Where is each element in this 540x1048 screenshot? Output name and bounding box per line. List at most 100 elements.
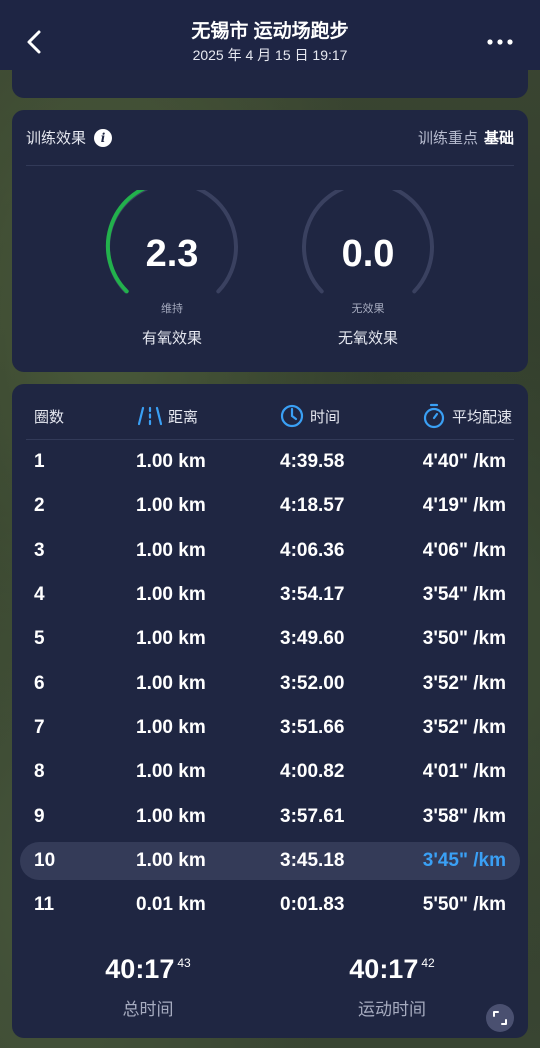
lap-pace: 3'52" /km (422, 716, 506, 738)
lap-row: 2 1.00 km 4:18.57 4'19" /km (12, 484, 528, 528)
moving-time-label: 运动时间 (358, 1000, 426, 1019)
header-lap: 圈数 (34, 408, 65, 426)
lap-time: 3:51.66 (280, 716, 345, 738)
lap-distance: 1.00 km (136, 495, 206, 517)
lap-time: 3:49.60 (280, 628, 345, 650)
lap-row: 3 1.00 km 4:06.36 4'06" /km (12, 529, 528, 573)
moving-time-fraction: 42 (421, 956, 435, 970)
page-title: 无锡市 运动场跑步 (191, 21, 349, 42)
lap-distance: 1.00 km (136, 539, 206, 561)
lap-time: 4:18.57 (280, 495, 345, 517)
training-effect-title: 训练效果 (26, 130, 87, 147)
lap-number: 1 (34, 451, 45, 473)
lap-number: 8 (34, 761, 45, 783)
lap-pace: 4'06" /km (422, 539, 506, 561)
lap-distance: 1.00 km (136, 805, 206, 827)
lap-number: 4 (34, 584, 45, 606)
lap-time: 4:39.58 (280, 451, 345, 473)
aerobic-level: 维持 (161, 303, 183, 315)
training-focus: 训练重点 基础 (418, 127, 514, 148)
laps-card: 圈数 距离 时间 平均配速 1 1.00 km 4:39.58 4'40" /k… (12, 384, 528, 1038)
lap-time: 0:01.83 (280, 894, 345, 916)
lap-pace: 3'54" /km (422, 584, 506, 606)
total-time-label: 总时间 (122, 1000, 174, 1019)
lap-distance: 1.00 km (136, 451, 206, 473)
time-totals: 40:17 43 总时间 40:17 42 运动时间 (12, 954, 528, 1024)
more-horizontal-icon (487, 39, 513, 45)
lap-distance: 0.01 km (136, 894, 206, 916)
moving-time-value: 40:17 (349, 954, 419, 984)
anaerobic-gauge: 0.0 无效果 无氧效果 (298, 190, 438, 347)
lap-row: 4 1.00 km 3:54.17 3'54" /km (12, 573, 528, 617)
aerobic-value: 2.3 (145, 233, 199, 275)
lap-time: 3:57.61 (280, 805, 345, 827)
lap-number: 5 (34, 628, 45, 650)
lap-number: 9 (34, 805, 45, 827)
lap-time: 4:06.36 (280, 539, 345, 561)
moving-time: 40:17 42 运动时间 (292, 954, 492, 1020)
app-header: 无锡市 运动场跑步 2025 年 4 月 15 日 19:17 (0, 0, 540, 70)
lap-number: 6 (34, 672, 45, 694)
expand-button[interactable] (486, 1004, 514, 1032)
lap-distance: 1.00 km (136, 584, 206, 606)
header-pace: 平均配速 (422, 398, 512, 434)
lap-distance: 1.00 km (136, 849, 206, 871)
lap-distance: 1.00 km (136, 672, 206, 694)
total-time-value: 40:17 (105, 954, 175, 984)
total-time-fraction: 43 (177, 956, 191, 970)
lap-number: 3 (34, 539, 45, 561)
laps-table: 1 1.00 km 4:39.58 4'40" /km 2 1.00 km 4:18.57 4… (12, 440, 528, 927)
lap-row: 6 1.00 km 3:52.00 3'52" /km (12, 661, 528, 705)
lap-time: 3:45.18 (280, 849, 345, 871)
lap-pace: 3'58" /km (422, 805, 506, 827)
lap-row: 10 1.00 km 3:45.18 3'45" /km (12, 839, 528, 883)
lap-row: 8 1.00 km 4:00.82 4'01" /km (12, 750, 528, 794)
lap-number: 2 (34, 495, 45, 517)
lap-pace: 3'52" /km (422, 672, 506, 694)
clock-icon (280, 404, 304, 428)
lap-pace: 3'50" /km (422, 628, 506, 650)
lap-pace: 5'50" /km (422, 894, 506, 916)
lap-pace: 4'01" /km (422, 761, 506, 783)
workout-datetime: 2025 年 4 月 15 日 19:17 (192, 47, 348, 63)
anaerobic-value: 0.0 (341, 233, 395, 275)
lap-row: 5 1.00 km 3:49.60 3'50" /km (12, 617, 528, 661)
header-distance: 距离 (138, 398, 198, 434)
more-button[interactable] (482, 28, 518, 56)
lap-distance: 1.00 km (136, 628, 206, 650)
aerobic-gauge: 2.3 维持 有氧效果 (102, 190, 242, 347)
training-focus-label: 训练重点 (417, 130, 478, 147)
training-effect-header: 训练效果 i 训练重点 基础 (26, 110, 514, 166)
total-time: 40:17 43 总时间 (48, 954, 248, 1020)
lap-distance: 1.00 km (136, 716, 206, 738)
anaerobic-label: 无氧效果 (337, 330, 398, 347)
lap-pace: 4'40" /km (422, 451, 506, 473)
training-effect-card: 训练效果 i 训练重点 基础 2.3 维持 有氧效果 0.0 无效果 无氧效果 (12, 110, 528, 372)
info-icon[interactable]: i (94, 128, 113, 147)
lap-pace: 4'19" /km (422, 495, 506, 517)
lap-time: 3:54.17 (280, 584, 345, 606)
lap-row: 9 1.00 km 3:57.61 3'58" /km (12, 794, 528, 838)
distance-icon (138, 406, 162, 426)
summary-card-partial (12, 66, 528, 98)
lap-number: 10 (34, 849, 56, 871)
lap-time: 4:00.82 (280, 761, 345, 783)
lap-time: 3:52.00 (280, 672, 345, 694)
lap-number: 7 (34, 716, 45, 738)
lap-row: 7 1.00 km 3:51.66 3'52" /km (12, 706, 528, 750)
header-distance-label: 距离 (168, 408, 199, 426)
expand-icon (493, 1011, 507, 1025)
stopwatch-icon (422, 403, 446, 429)
lap-number: 11 (34, 894, 55, 916)
laps-header: 圈数 距离 时间 平均配速 (12, 398, 528, 434)
header-pace-label: 平均配速 (451, 408, 512, 426)
header-time: 时间 (280, 398, 340, 434)
training-focus-value: 基础 (483, 130, 514, 147)
anaerobic-level: 无效果 (351, 303, 385, 315)
lap-row: 1 1.00 km 4:39.58 4'40" /km (12, 440, 528, 484)
lap-row: 11 0.01 km 0:01.83 5'50" /km (12, 883, 528, 927)
lap-distance: 1.00 km (136, 761, 206, 783)
header-time-label: 时间 (310, 408, 341, 426)
aerobic-label: 有氧效果 (141, 330, 202, 347)
lap-pace: 3'45" /km (422, 849, 506, 871)
